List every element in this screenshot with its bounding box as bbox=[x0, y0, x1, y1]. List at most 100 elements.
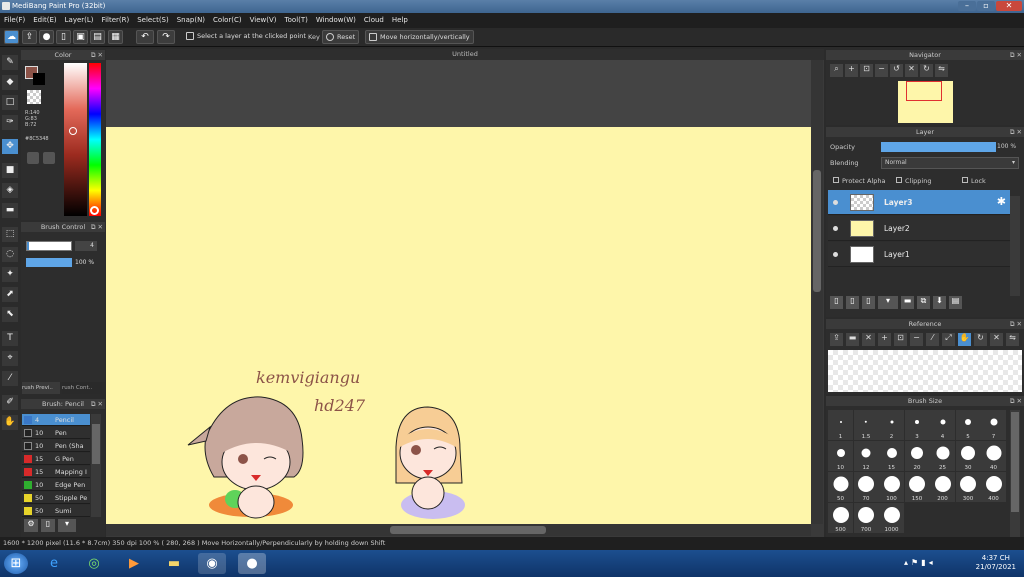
panel-close-icon[interactable]: ⧉ ✕ bbox=[1010, 127, 1022, 137]
canvas-horizontal-scrollbar[interactable] bbox=[106, 524, 811, 536]
maximize-button[interactable]: ▫ bbox=[977, 1, 995, 11]
text-tool-icon[interactable]: T bbox=[2, 331, 18, 346]
media-player-icon[interactable]: ▶ bbox=[120, 553, 148, 574]
panel-close-icon[interactable]: ⧉ ✕ bbox=[1010, 50, 1022, 60]
layer-opacity-slider[interactable] bbox=[881, 142, 996, 152]
hue-slider[interactable] bbox=[89, 63, 101, 216]
brush-item-mapping[interactable]: 15 Mapping I bbox=[22, 466, 90, 478]
brush-size-cell[interactable]: 1000 bbox=[879, 503, 904, 533]
menu-select[interactable]: Select(S) bbox=[133, 13, 173, 28]
brush-menu-icon[interactable]: ▾ bbox=[58, 519, 76, 532]
blur-tool-icon[interactable]: ✑ bbox=[2, 115, 18, 130]
menu-layer[interactable]: Layer(L) bbox=[61, 13, 98, 28]
zoom-out-icon[interactable]: − bbox=[910, 333, 923, 346]
menu-color[interactable]: Color(C) bbox=[209, 13, 246, 28]
brush-tool-icon[interactable]: ✎ bbox=[2, 55, 18, 70]
grid-icon[interactable]: ▦ bbox=[108, 30, 123, 44]
eyedropper-icon[interactable]: ⁄ bbox=[926, 333, 939, 346]
brush-size-cell[interactable]: 500 bbox=[828, 503, 853, 533]
panel-close-icon[interactable]: ⧉ ✕ bbox=[1010, 396, 1022, 406]
merge-icon[interactable]: ⬇ bbox=[933, 296, 946, 309]
select-layer-checkbox[interactable]: Select a layer at the clicked point bbox=[183, 30, 309, 44]
rotate-left-icon[interactable]: ↺ bbox=[890, 64, 903, 77]
lock-checkbox[interactable]: Lock bbox=[962, 177, 986, 185]
layer-row-layer1[interactable]: Layer1 bbox=[828, 242, 1010, 267]
color-wheel-icon[interactable] bbox=[43, 152, 55, 164]
app-icon[interactable]: ◎ bbox=[80, 553, 108, 574]
brush-size-cell[interactable]: 1 bbox=[828, 410, 853, 440]
brush-size-cell[interactable]: 20 bbox=[904, 441, 930, 471]
protect-alpha-checkbox[interactable]: Protect Alpha bbox=[833, 177, 886, 185]
cloud-icon[interactable]: ☁ bbox=[4, 30, 19, 44]
select-pen-icon[interactable]: ⬈ bbox=[2, 287, 18, 302]
brush-size-cell[interactable]: 150 bbox=[904, 472, 930, 502]
visibility-icon[interactable] bbox=[833, 200, 838, 205]
brush-size-cell[interactable]: 40 bbox=[981, 441, 1006, 471]
magic-wand-icon[interactable]: ✦ bbox=[2, 267, 18, 282]
select-tool-icon[interactable]: ⬚ bbox=[2, 227, 18, 242]
eyedropper-icon[interactable]: ⁄ bbox=[2, 371, 18, 386]
brush-size-cell[interactable]: 700 bbox=[853, 503, 879, 533]
fit-icon[interactable]: ⊡ bbox=[860, 64, 873, 77]
minimize-button[interactable]: – bbox=[958, 1, 976, 11]
brush-size-cell[interactable]: 70 bbox=[853, 472, 879, 502]
brush-size-cell[interactable]: 5 bbox=[955, 410, 981, 440]
canvas-vertical-scrollbar[interactable] bbox=[811, 60, 823, 524]
brush-preview-tab[interactable]: rush Previ.. bbox=[22, 382, 60, 394]
hue-slider-handle[interactable] bbox=[90, 206, 99, 215]
layer-menu-icon[interactable]: ▾ bbox=[878, 296, 898, 309]
brush-size-scrollbar[interactable] bbox=[1010, 410, 1020, 537]
shape-tool-icon[interactable]: ■ bbox=[2, 163, 18, 178]
chrome-icon[interactable]: ◉ bbox=[198, 553, 226, 574]
layer-row-layer3[interactable]: Layer3 ✱ bbox=[828, 190, 1010, 215]
menu-window[interactable]: Window(W) bbox=[312, 13, 360, 28]
brush-list-scrollbar[interactable] bbox=[91, 414, 101, 517]
folder-icon[interactable]: ▬ bbox=[901, 296, 914, 309]
trash-icon[interactable]: ▤ bbox=[949, 296, 962, 309]
new-halftone-layer-icon[interactable]: ▯ bbox=[846, 296, 859, 309]
expand-icon[interactable]: ⤢ bbox=[942, 333, 955, 346]
brush-item-g-pen[interactable]: 15 G Pen bbox=[22, 453, 90, 465]
rotate-icon[interactable]: ↻ bbox=[974, 333, 987, 346]
brush-item-pen[interactable]: 10 Pen bbox=[22, 427, 90, 439]
brush-size-cell[interactable]: 12 bbox=[853, 441, 879, 471]
dot-tool-icon[interactable]: □ bbox=[2, 95, 18, 110]
brush-size-cell[interactable]: 50 bbox=[828, 472, 853, 502]
operation-tool-icon[interactable]: ⌖ bbox=[2, 351, 18, 366]
menu-file[interactable]: File(F) bbox=[0, 13, 29, 28]
system-tray-icons[interactable]: ▴⚑▮◂ bbox=[904, 558, 936, 567]
zoom-in-icon[interactable]: + bbox=[845, 64, 858, 77]
reset-view-icon[interactable]: ✕ bbox=[905, 64, 918, 77]
palette-icon[interactable] bbox=[27, 152, 39, 164]
brush-size-cell[interactable]: 100 bbox=[879, 472, 904, 502]
brush-size-cell[interactable]: 30 bbox=[955, 441, 981, 471]
scrollbar-thumb[interactable] bbox=[813, 170, 821, 292]
eraser-tool-icon[interactable]: ◆ bbox=[2, 75, 18, 90]
new-file-icon[interactable]: ▯ bbox=[56, 30, 71, 44]
menu-view[interactable]: View(V) bbox=[246, 13, 281, 28]
panel-close-icon[interactable]: ⧉ ✕ bbox=[91, 399, 103, 409]
visibility-icon[interactable] bbox=[833, 252, 838, 257]
clock[interactable]: 4:37 CH 21/07/2021 bbox=[976, 554, 1016, 572]
close-button[interactable]: ✕ bbox=[996, 1, 1022, 11]
dropper-icon[interactable]: ✐ bbox=[2, 395, 18, 410]
save-icon[interactable]: ▣ bbox=[73, 30, 88, 44]
add-brush-icon[interactable]: ▯ bbox=[41, 519, 55, 532]
scrollbar-thumb[interactable] bbox=[92, 424, 100, 464]
close-icon[interactable]: ✕ bbox=[862, 333, 875, 346]
brush-control-tab[interactable]: rush Cont.. bbox=[62, 382, 102, 394]
brush-size-cell[interactable]: 1.5 bbox=[853, 410, 879, 440]
chat-icon[interactable]: ● bbox=[39, 30, 54, 44]
internet-explorer-icon[interactable]: e bbox=[40, 553, 68, 574]
transparent-color-swatch[interactable] bbox=[27, 90, 41, 104]
brush-size-cell[interactable]: 200 bbox=[930, 472, 955, 502]
brush-item-sumi[interactable]: 50 Sumi bbox=[22, 505, 90, 517]
flip-icon[interactable]: ⇋ bbox=[1006, 333, 1019, 346]
brush-size-cell[interactable]: 400 bbox=[981, 472, 1006, 502]
menu-filter[interactable]: Filter(R) bbox=[98, 13, 134, 28]
fill-tool-icon[interactable]: ◈ bbox=[2, 183, 18, 198]
zoom-icon[interactable]: ⌕ bbox=[830, 64, 843, 77]
brush-item-stipple-pen[interactable]: 50 Stipple Pe bbox=[22, 492, 90, 504]
brush-size-cell[interactable]: 25 bbox=[930, 441, 955, 471]
panel-close-icon[interactable]: ⧉ ✕ bbox=[1010, 319, 1022, 329]
